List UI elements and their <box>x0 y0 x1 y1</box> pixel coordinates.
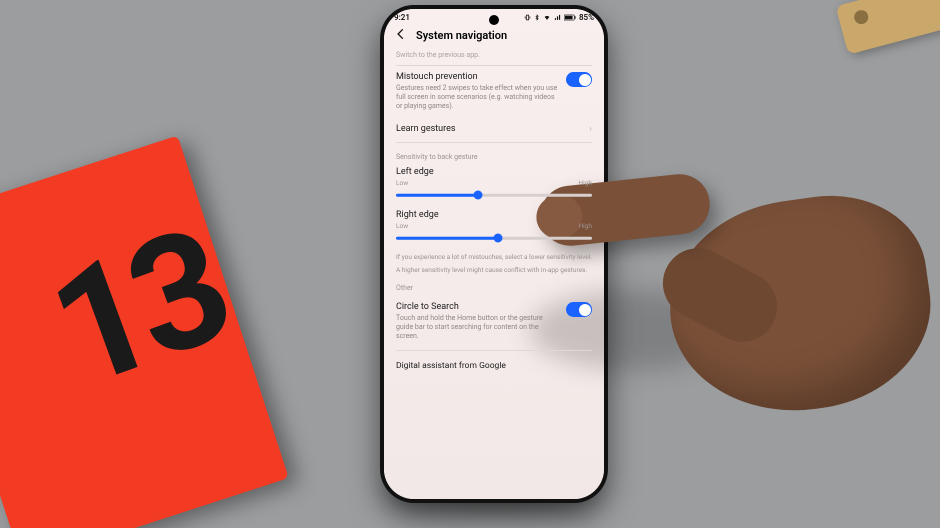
phone-screen: 9:21 8 <box>384 9 604 499</box>
digital-assistant-item[interactable]: Digital assistant from Google <box>396 361 592 371</box>
cts-toggle[interactable] <box>566 302 592 317</box>
right-edge-low: Low <box>396 222 408 230</box>
cts-desc: Touch and hold the Home button or the ge… <box>396 314 558 340</box>
section-other-label: Other <box>396 284 592 292</box>
right-edge-block: Right edge Low High <box>396 210 592 243</box>
back-arrow-icon[interactable] <box>394 26 408 45</box>
cts-title: Circle to Search <box>396 302 558 312</box>
left-edge-slider[interactable] <box>396 190 592 200</box>
left-edge-low: Low <box>396 179 408 187</box>
front-camera-cutout <box>489 15 499 25</box>
mistouch-desc: Gestures need 2 swipes to take effect wh… <box>396 84 558 110</box>
left-edge-high: High <box>579 179 592 187</box>
section-sensitivity-label: Sensitivity to back gesture <box>396 153 592 161</box>
status-icons: 85% <box>524 13 594 22</box>
mistouch-title: Mistouch prevention <box>396 72 558 82</box>
wooden-object <box>836 0 940 55</box>
learn-gestures-item[interactable]: Learn gestures › <box>396 120 592 143</box>
chevron-right-icon: › <box>589 124 592 134</box>
right-edge-fill <box>396 237 498 240</box>
vibrate-icon <box>524 14 531 21</box>
box-number: 13 <box>29 194 247 426</box>
right-edge-thumb[interactable] <box>493 234 502 243</box>
status-time: 9:21 <box>394 13 410 22</box>
page-title: System navigation <box>416 29 507 42</box>
right-edge-high: High <box>579 222 592 230</box>
scene: 13 9:21 <box>0 0 940 528</box>
product-box: 13 <box>0 136 289 528</box>
right-edge-slider[interactable] <box>396 233 592 243</box>
left-edge-title: Left edge <box>396 167 592 177</box>
hand <box>570 140 930 440</box>
sensitivity-note-1: If you experience a lot of mistouches, s… <box>396 253 592 261</box>
phone-frame: 9:21 8 <box>380 5 608 503</box>
mistouch-prevention-item[interactable]: Mistouch prevention Gestures need 2 swip… <box>396 72 592 110</box>
left-edge-block: Left edge Low High <box>396 167 592 200</box>
right-edge-title: Right edge <box>396 210 592 220</box>
learn-gestures-label: Learn gestures <box>396 124 456 134</box>
previous-app-hint: Switch to the previous app. <box>396 51 592 66</box>
wifi-icon <box>543 14 551 21</box>
battery-percent: 85% <box>579 13 594 22</box>
left-edge-thumb[interactable] <box>474 191 483 200</box>
circle-to-search-item[interactable]: Circle to Search Touch and hold the Home… <box>396 302 592 340</box>
mistouch-toggle[interactable] <box>566 72 592 87</box>
settings-content[interactable]: Switch to the previous app. Mistouch pre… <box>384 51 604 499</box>
left-edge-fill <box>396 194 478 197</box>
sensitivity-note-2: A higher sensitivity level might cause c… <box>396 266 592 274</box>
bluetooth-icon <box>534 14 540 21</box>
battery-icon <box>564 14 576 21</box>
page-header: System navigation <box>384 24 604 51</box>
signal-icon <box>554 14 561 21</box>
